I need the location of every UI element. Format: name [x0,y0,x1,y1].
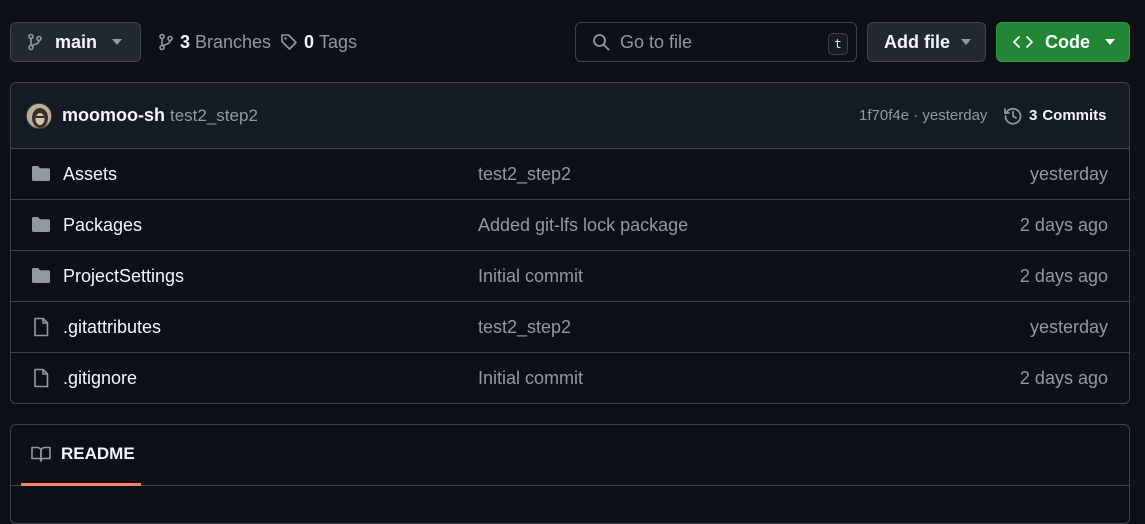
commit-author-link[interactable]: moomoo-sh [62,105,165,126]
file-commit-date: yesterday [1029,163,1108,184]
file-name-link[interactable]: .gitattributes [63,317,161,338]
file-name-link[interactable]: Assets [63,164,117,185]
add-file-button[interactable]: Add file [867,22,986,62]
commits-count: 3 [1029,107,1038,124]
tag-icon [280,33,298,51]
search-icon [592,33,610,51]
branches-count: 3 [180,31,191,52]
table-row[interactable]: Assets test2_step2 yesterday [11,149,1129,200]
git-branch-icon [158,33,174,51]
book-icon [31,446,51,462]
code-label: Code [1045,31,1090,52]
readme-divider [11,485,1129,486]
file-tree-table: moomoo-sh test2_step2 1f70f4e · yesterda… [10,82,1130,404]
history-icon [1003,106,1023,126]
commit-hash-link[interactable]: 1f70f4e [859,107,909,124]
repo-toolbar: main 3 Branches 0 Tags Go to file t Add … [10,22,1130,62]
code-button[interactable]: Code [996,22,1130,62]
commit-message-link[interactable]: test2_step2 [170,106,258,126]
table-row[interactable]: ProjectSettings Initial commit 2 days ag… [11,251,1129,302]
commits-label: Commits [1042,107,1107,124]
code-icon [1013,35,1033,49]
latest-commit-bar: moomoo-sh test2_step2 1f70f4e · yesterda… [11,83,1129,149]
readme-panel: README [10,424,1130,524]
file-icon [31,368,51,388]
tab-readme[interactable]: README [21,425,141,486]
tags-label: Tags [319,31,358,52]
file-commit-message-link[interactable]: test2_step2 [478,317,571,338]
add-file-label: Add file [884,31,950,52]
readme-tab-label: README [61,444,135,463]
search-input[interactable] [620,31,820,53]
file-icon [31,317,51,337]
file-commit-message-link[interactable]: Added git-lfs lock package [478,215,688,236]
file-name-link[interactable]: .gitignore [63,368,137,389]
commits-history-link[interactable]: 3 Commits [1003,106,1107,126]
tags-count: 0 [304,31,315,52]
branches-link[interactable]: 3 Branches [158,22,271,62]
file-commit-message-link[interactable]: Initial commit [478,266,583,287]
chevron-down-icon [1105,39,1115,45]
file-commit-message-link[interactable]: test2_step2 [478,164,571,185]
git-branch-icon [27,33,43,51]
file-commit-date: 2 days ago [1019,265,1108,286]
table-row[interactable]: Packages Added git-lfs lock package 2 da… [11,200,1129,251]
table-row[interactable]: .gitattributes test2_step2 yesterday [11,302,1129,353]
table-row[interactable]: .gitignore Initial commit 2 days ago [11,353,1129,403]
folder-icon [31,215,51,233]
meta-separator: · [913,107,919,124]
file-commit-date: 2 days ago [1019,214,1108,235]
chevron-down-icon [112,39,122,45]
branches-label: Branches [195,31,272,52]
avatar[interactable] [26,103,52,129]
chevron-down-icon [961,39,971,45]
file-name-link[interactable]: ProjectSettings [63,266,184,287]
keyboard-shortcut-hint: t [828,33,848,55]
file-commit-message-link[interactable]: Initial commit [478,368,583,389]
folder-icon [31,164,51,182]
branch-name: main [55,31,98,52]
file-commit-date: 2 days ago [1019,367,1108,388]
commit-time: yesterday [922,107,988,124]
commit-meta: 1f70f4e · yesterday [859,107,987,124]
file-commit-date: yesterday [1029,316,1108,337]
folder-icon [31,266,51,284]
tags-link[interactable]: 0 Tags [280,22,357,62]
go-to-file-search[interactable]: t [575,22,857,62]
file-name-link[interactable]: Packages [63,215,142,236]
branch-select-button[interactable]: main [10,22,141,62]
